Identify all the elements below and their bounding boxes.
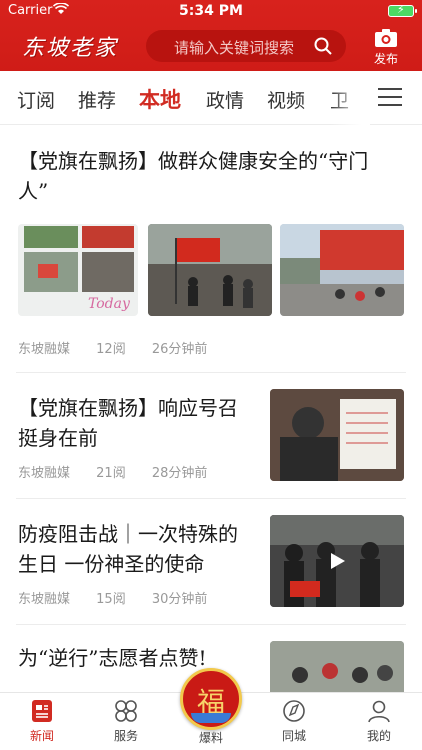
clock: 5:34 PM — [179, 3, 243, 19]
city-icon — [283, 700, 305, 722]
article-image — [280, 224, 404, 316]
article-card[interactable]: 防疫阻击战｜一次特殊的生日 一份神圣的使命 东坡融媒 15阅 30分钟前 — [0, 499, 422, 624]
article-reads: 15阅 — [96, 592, 126, 607]
app-screen: Carrier 5:34 PM ⚡ 东坡老家 请输入关键词搜索 发布 订阅 推荐… — [0, 0, 422, 750]
article-title: 【党旗在飘扬】响应号召挺身在前 — [18, 396, 238, 450]
article-source: 东坡融媒 — [18, 342, 71, 357]
service-icon — [115, 700, 137, 722]
tabbar-item-profile[interactable]: 我的 — [349, 699, 409, 744]
article-reads: 21阅 — [96, 466, 126, 481]
news-icon — [32, 700, 52, 722]
menu-icon[interactable] — [378, 88, 402, 108]
article-meta: 东坡融媒 15阅 30分钟前 — [18, 588, 229, 607]
search-placeholder: 请输入关键词搜索 — [174, 39, 295, 57]
tabbar-label: 同城 — [281, 729, 306, 743]
status-bar: Carrier 5:34 PM ⚡ — [0, 0, 422, 22]
category-tabs: 订阅 推荐 本地 政情 视频 卫 — [0, 71, 422, 125]
tabbar-label: 爆料 — [198, 731, 223, 745]
publish-label: 发布 — [373, 52, 398, 66]
article-meta: 东坡融媒 21阅 28分钟前 — [18, 462, 229, 481]
tabbar-item-tipoff[interactable]: 爆料 — [181, 729, 241, 746]
fu-badge-icon[interactable]: 福 — [180, 668, 242, 730]
article-title: 【党旗在飘扬】做群众健康安全的“守门人” — [18, 149, 369, 203]
tabbar-label: 服务 — [113, 729, 138, 743]
top-header: Carrier 5:34 PM ⚡ 东坡老家 请输入关键词搜索 发布 — [0, 0, 422, 71]
search-bar[interactable]: 请输入关键词搜索 — [146, 30, 346, 62]
tab-fade — [330, 71, 370, 125]
article-source: 东坡融媒 — [18, 466, 71, 481]
svg-text:Today: Today — [88, 296, 131, 312]
article-image: Today — [18, 224, 138, 316]
article-video-thumbnail[interactable] — [270, 515, 404, 607]
article-source: 东坡融媒 — [18, 592, 71, 607]
tabbar-item-city[interactable]: 同城 — [264, 699, 324, 744]
article-card[interactable]: 【党旗在飘扬】做群众健康安全的“守门人” Today 东坡融媒 12阅 26分钟… — [0, 126, 422, 372]
battery-icon: ⚡ — [388, 3, 417, 17]
tab-subscribe[interactable]: 订阅 — [17, 86, 55, 113]
wave-decoration — [191, 713, 231, 723]
tabbar-item-service[interactable]: 服务 — [96, 699, 156, 744]
article-time: 30分钟前 — [151, 592, 208, 607]
article-title: 防疫阻击战｜一次特殊的生日 一份神圣的使命 — [18, 522, 238, 576]
tab-recommend[interactable]: 推荐 — [78, 86, 116, 113]
profile-icon — [368, 700, 390, 723]
camera-icon — [375, 29, 397, 47]
article-reads: 12阅 — [96, 342, 126, 357]
article-image — [270, 389, 404, 481]
tabbar-label: 新闻 — [29, 729, 54, 743]
article-image — [148, 224, 272, 316]
article-time: 28分钟前 — [151, 466, 208, 481]
app-logo: 东坡老家 — [22, 36, 119, 61]
tabbar-label: 我的 — [366, 729, 391, 743]
article-meta: 东坡融媒 12阅 26分钟前 — [18, 338, 229, 357]
article-card[interactable]: 【党旗在飘扬】响应号召挺身在前 东坡融媒 21阅 28分钟前 — [0, 373, 422, 498]
tab-video[interactable]: 视频 — [267, 86, 305, 113]
search-icon — [314, 37, 332, 55]
play-icon — [331, 553, 345, 569]
tab-politics[interactable]: 政情 — [206, 86, 244, 113]
article-time: 26分钟前 — [151, 342, 208, 357]
tabbar-item-news[interactable]: 新闻 — [12, 699, 72, 744]
publish-button[interactable]: 发布 — [366, 28, 406, 67]
tab-local[interactable]: 本地 — [139, 84, 181, 114]
